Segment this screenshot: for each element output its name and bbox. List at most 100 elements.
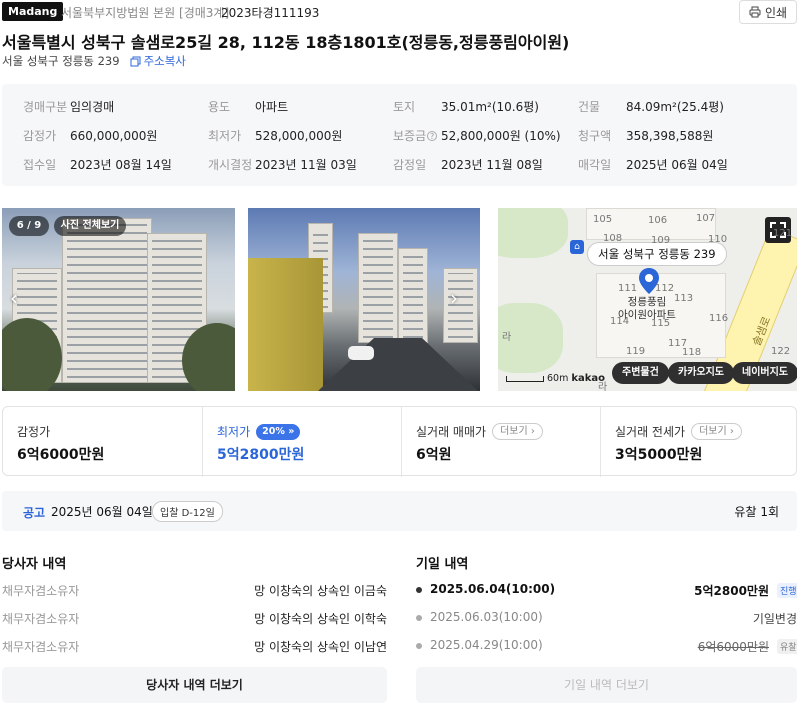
print-button[interactable]: 인쇄 (739, 0, 797, 24)
bus-stop-icon: ⌂ (570, 240, 584, 254)
minimum-price: 최저가 20% » 5억2800만원 (202, 407, 401, 477)
info-key: 감정일 (393, 158, 427, 172)
info-value: 2023년 08월 14일 (70, 158, 172, 172)
info-key: 건물 (578, 100, 601, 114)
help-icon[interactable]: ? (427, 131, 438, 141)
schedule-status-badge: 유찰 (777, 639, 797, 654)
trade-more-button[interactable]: 더보기 › (492, 423, 543, 440)
info-value: 임의경매 (70, 100, 115, 114)
copy-address-button[interactable]: 주소복사 (130, 53, 186, 69)
location-map[interactable]: 서울 성북구 정릉동 239 ⌂ 정릉풍림 아이원아파트 솔샘로 60m kak… (498, 208, 797, 391)
schedule-date: 2025.06.03(10:00) (430, 610, 543, 624)
property-title: 서울특별시 성북구 솔샘로25길 28, 112동 18층1801호(정릉동,정… (2, 33, 570, 52)
info-key: 보증금 (393, 129, 427, 143)
map-block-number: 112 (655, 283, 675, 294)
info-value: 528,000,000원 (255, 129, 343, 143)
party-row: 채무자겸소유자 망 이창숙의 상속인 이금숙 (2, 582, 387, 598)
info-item: 보증금? 52,800,000원 (10%) (393, 127, 561, 144)
madang-logo: Madang (2, 2, 64, 21)
schedule-result: 6억6000만원 (697, 640, 769, 654)
map-block-number: 116 (709, 313, 729, 324)
info-value: 2023년 11월 08일 (441, 158, 543, 172)
party-name: 망 이창숙의 상속인 이학숙 (254, 612, 387, 626)
map-block-number: 113 (674, 293, 694, 304)
notice-date: 2025년 06월 04일 (51, 505, 153, 519)
jibun-address: 서울 성북구 정릉동 239 (2, 54, 120, 68)
dday-badge: 입찰 D-12일 (152, 501, 223, 522)
kakao-map-button[interactable]: 카카오지도 (668, 362, 734, 384)
info-item: 건물 84.09m²(25.4평) (578, 98, 724, 115)
party-row: 채무자겸소유자 망 이창숙의 상속인 이학숙 (2, 610, 387, 626)
schedule-row: 2025.06.03(10:00) 기일변경 (416, 610, 797, 626)
info-item: 감정일 2023년 11월 08일 (393, 156, 543, 173)
chevron-right-icon: › (530, 426, 535, 437)
map-block-number: 111 (618, 283, 638, 294)
case-info-panel: 경매구분 임의경매 용도 아파트 토지 35.01m²(10.6평) 건물 84.09m²(2… (2, 84, 797, 186)
price-summary: 감정가 6억6000만원 최저가 20% » 5억2800만원 실거래 매매가 … (2, 406, 797, 477)
info-item: 감정가 660,000,000원 (23, 127, 157, 144)
rent-price: 실거래 전세가 더보기 › 3억5000만원 (600, 407, 796, 477)
info-value: 2023년 11월 03일 (255, 158, 357, 172)
photo-prev-icon[interactable]: ‹ (10, 288, 18, 308)
map-block-number: 라 (598, 382, 608, 391)
info-value: 52,800,000원 (10%) (441, 129, 561, 143)
schedule-row: 2025.06.04(10:00) 5억2800만원 진행 (416, 582, 797, 598)
printer-icon (749, 6, 761, 18)
info-value: 84.09m²(25.4평) (626, 100, 724, 114)
copy-address-label: 주소복사 (143, 54, 186, 68)
property-photo-2[interactable]: › (248, 208, 480, 391)
chevron-down-double-icon: » (288, 425, 295, 437)
naver-map-button[interactable]: 네이버지도 (732, 362, 797, 384)
info-item: 매각일 2025년 06월 04일 (578, 156, 728, 173)
photo-next-icon[interactable]: › (450, 288, 458, 308)
case-number: 2023타경111193 (221, 6, 320, 20)
map-scale: 60m kakao (506, 373, 605, 384)
info-key: 경매구분 (23, 100, 68, 114)
party-name: 망 이창숙의 상속인 이남연 (254, 640, 387, 654)
info-item: 용도 아파트 (208, 98, 288, 115)
info-item: 토지 35.01m²(10.6평) (393, 98, 539, 115)
info-item: 접수일 2023년 08월 14일 (23, 156, 172, 173)
parties-title: 당사자 내역 (2, 557, 67, 572)
party-name: 망 이창숙의 상속인 이금숙 (254, 584, 387, 598)
address-line: 서울 성북구 정릉동 239 주소복사 (2, 53, 186, 69)
info-key: 토지 (393, 100, 416, 114)
property-photo-1[interactable]: 6 / 9 사진 전체보기 ‹ (2, 208, 235, 391)
info-value: 660,000,000원 (70, 129, 158, 143)
copy-icon (130, 56, 141, 66)
schedule-more-button[interactable]: 기일 내역 더보기 (416, 667, 797, 703)
info-key: 개시결정 (208, 158, 253, 172)
map-block-number: 107 (696, 213, 716, 224)
map-block-number: 105 (593, 214, 613, 225)
info-key: 청구액 (578, 129, 612, 143)
schedule-row: 2025.04.29(10:00) 6억6000만원 유찰 (416, 638, 797, 654)
chevron-right-icon: › (729, 426, 734, 437)
photo-counter: 6 / 9 (9, 216, 49, 236)
info-value: 358,398,588원 (626, 129, 714, 143)
map-block-number: 118 (682, 347, 702, 358)
info-value: 2025년 06월 04일 (626, 158, 728, 172)
view-all-photos-button[interactable]: 사진 전체보기 (54, 216, 126, 236)
info-key: 매각일 (578, 158, 612, 172)
auction-notice: 공고 2025년 06월 04일 입찰 D-12일 유찰 1회 (2, 491, 797, 531)
party-role: 채무자겸소유자 (2, 584, 80, 598)
print-label: 인쇄 (764, 5, 788, 20)
fail-count: 유찰 1회 (734, 505, 779, 519)
party-row: 채무자겸소유자 망 이창숙의 상속인 이남연 (2, 638, 387, 654)
notice-tag: 공고 (23, 506, 46, 520)
minimum-rate-badge: 20% » (256, 423, 301, 440)
map-block-number: 119 (626, 346, 646, 357)
schedule-result: 5억2800만원 (694, 584, 769, 598)
rent-more-button[interactable]: 더보기 › (691, 423, 742, 440)
schedule-date: 2025.04.29(10:00) (430, 638, 543, 652)
nearby-items-button[interactable]: 주변물건 (612, 362, 669, 384)
info-item: 최저가 528,000,000원 (208, 127, 342, 144)
map-block-number: 109 (651, 235, 671, 246)
info-value: 아파트 (255, 100, 289, 114)
info-key: 감정가 (23, 129, 57, 143)
map-block-number: 110 (708, 234, 728, 245)
parties-more-button[interactable]: 당사자 내역 더보기 (2, 667, 387, 703)
info-item: 개시결정 2023년 11월 03일 (208, 156, 357, 173)
map-block-number: 106 (648, 215, 668, 226)
map-block-number: 114 (610, 316, 630, 327)
